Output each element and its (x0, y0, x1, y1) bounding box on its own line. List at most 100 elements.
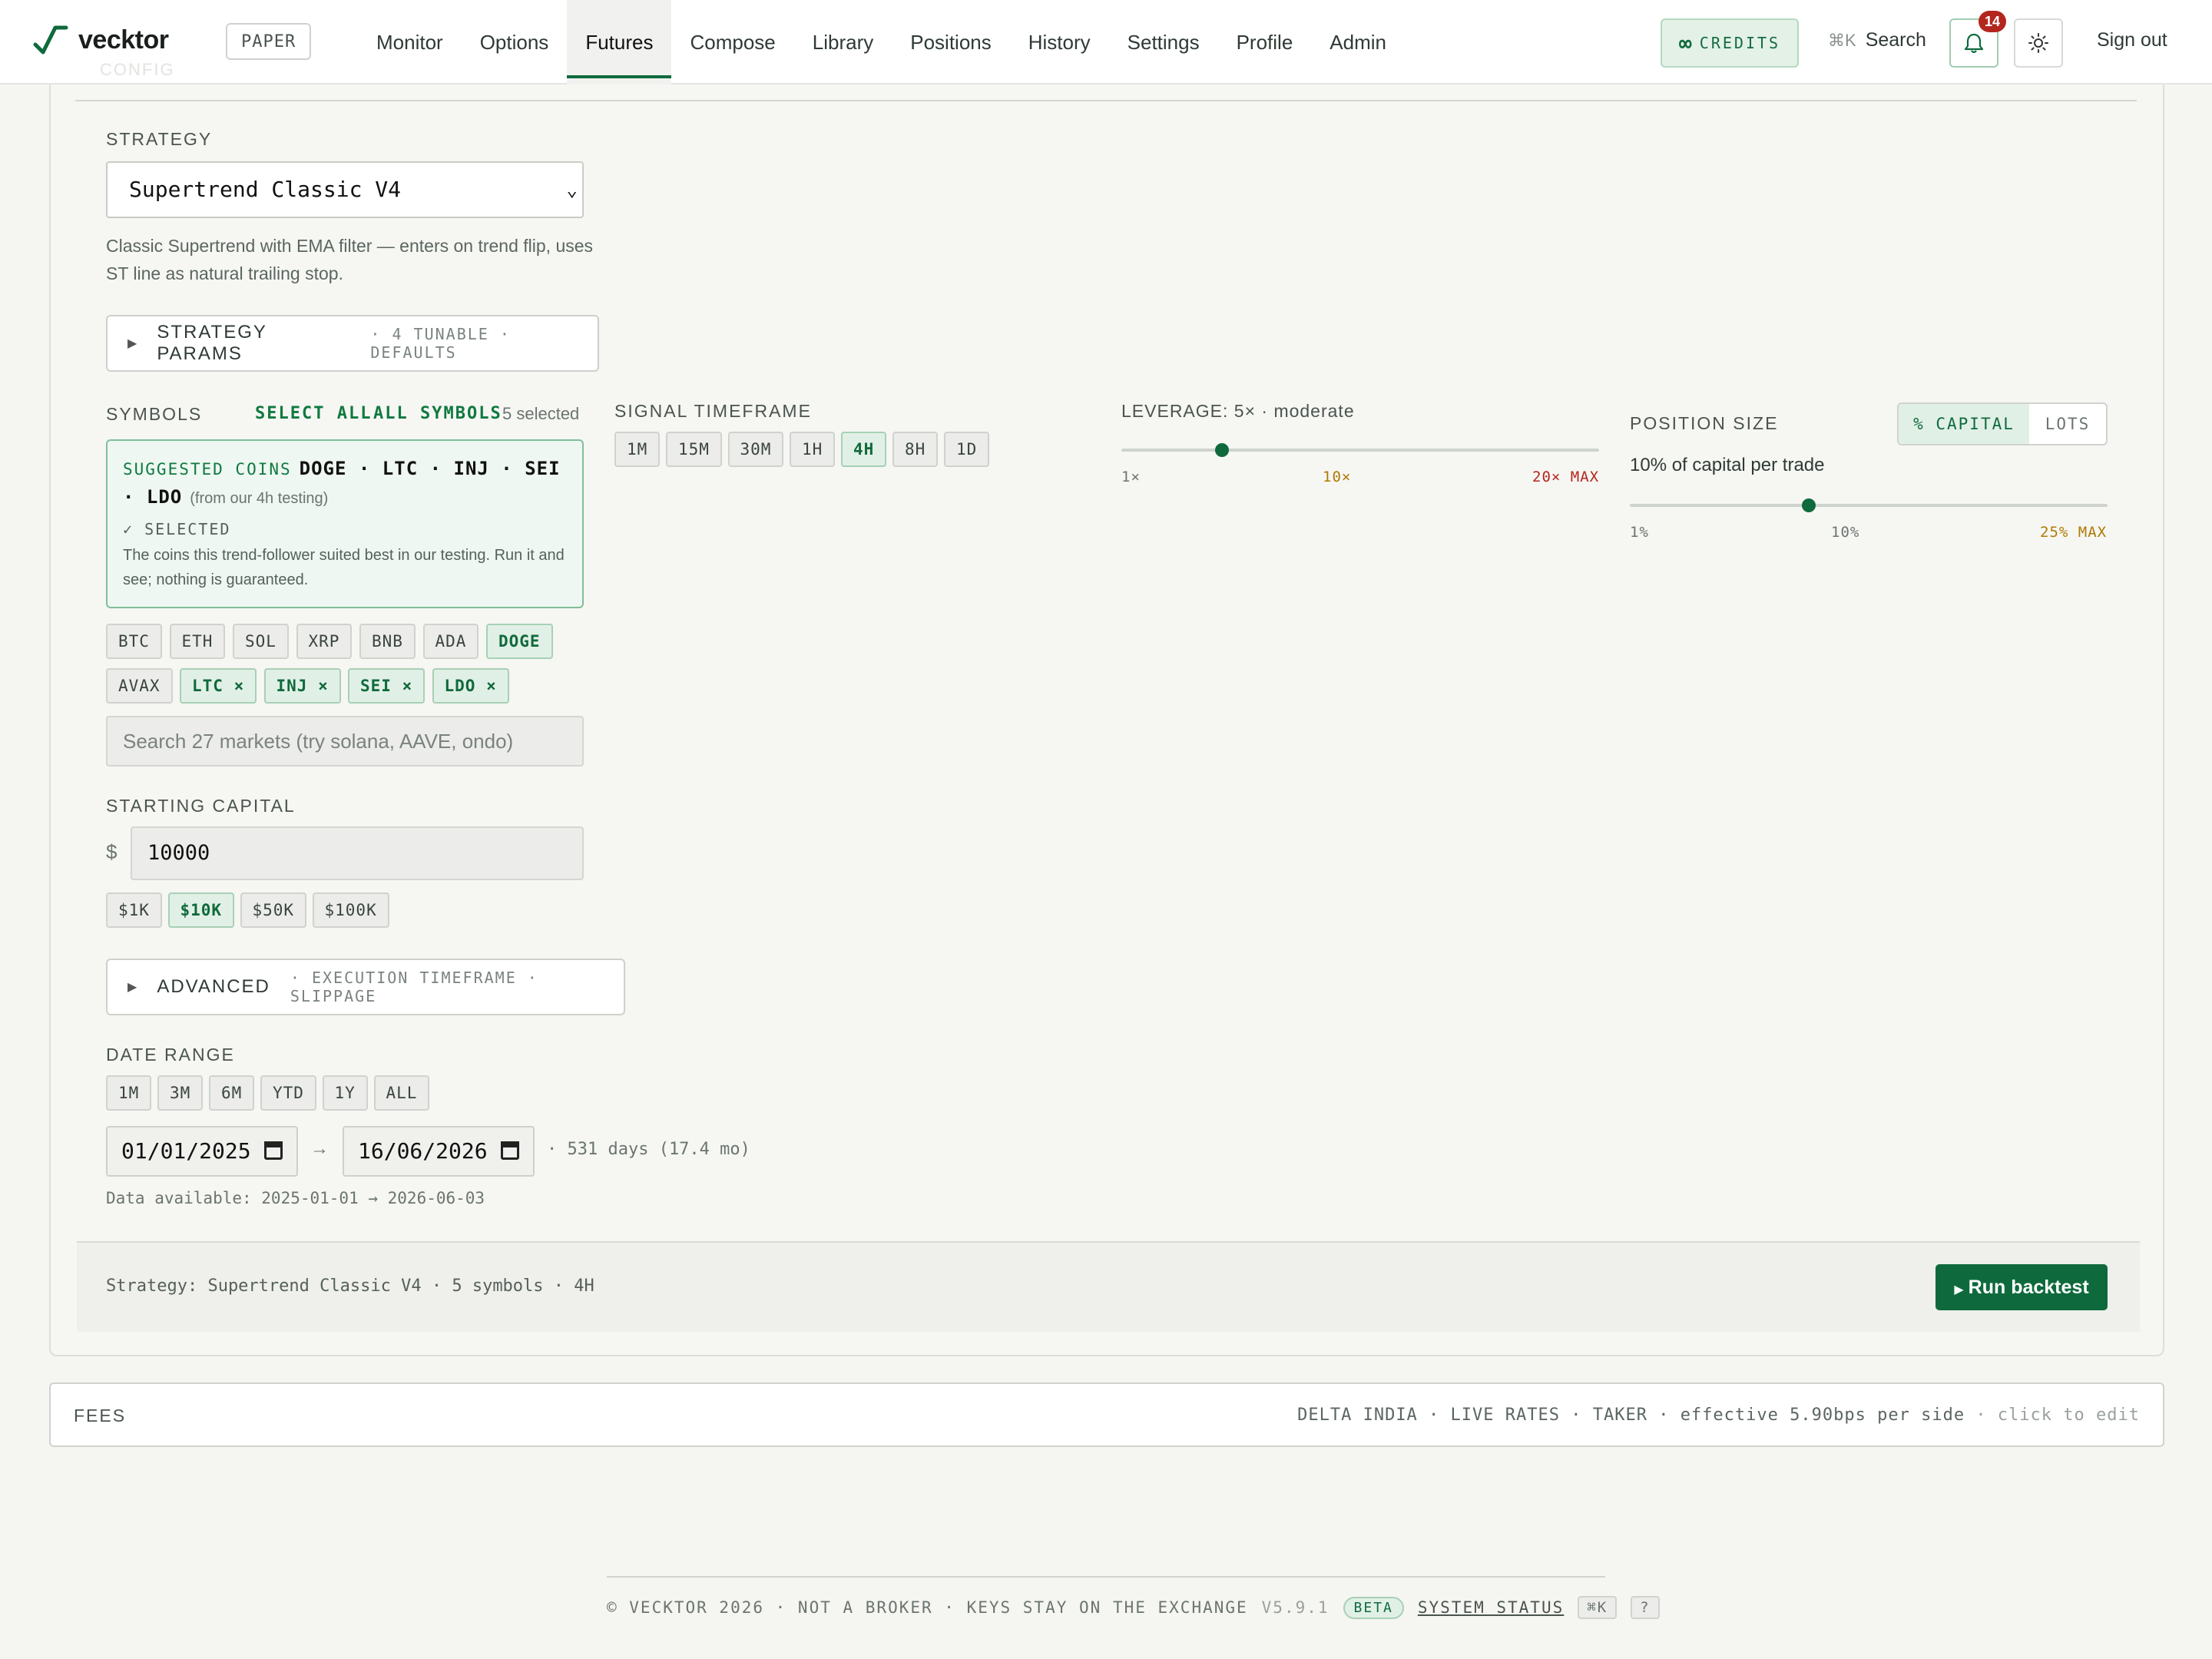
nav-link-history[interactable]: History (1010, 0, 1109, 84)
leverage-slider-knob[interactable] (1214, 443, 1229, 457)
suggested-coins-panel[interactable]: SUGGESTED COINS DOGE · LTC · INJ · SEI · … (106, 439, 584, 608)
symbol-chip-ada[interactable]: ADA (422, 624, 479, 659)
infinity-icon: ∞ (1678, 30, 1692, 56)
timeframe-4h[interactable]: 4H (841, 432, 887, 467)
sun-icon (2028, 33, 2048, 53)
timeframe-1d[interactable]: 1D (944, 432, 990, 467)
nav-link-options[interactable]: Options (462, 0, 568, 84)
nav-link-futures[interactable]: Futures (567, 0, 672, 84)
nav-link-positions[interactable]: Positions (892, 0, 1010, 84)
beta-badge: BETA (1343, 1596, 1404, 1619)
nav-link-compose[interactable]: Compose (671, 0, 793, 84)
date-range-label: DATE RANGE (106, 1045, 235, 1065)
position-size-summary: 10% of capital per trade (1630, 455, 1825, 475)
brand-name: vecktor (78, 25, 169, 55)
timeframe-30m[interactable]: 30M (727, 432, 784, 467)
fees-details: DELTA INDIA · LIVE RATES · TAKER · effec… (1297, 1406, 1965, 1425)
date-span: · 531 days (17.4 mo) (547, 1140, 750, 1159)
position-size-slider[interactable] (1630, 498, 2108, 512)
date-preset-1y[interactable]: 1Y (322, 1075, 368, 1111)
notification-count-badge: 14 (1979, 11, 2006, 32)
mode-badge[interactable]: PAPER (226, 23, 312, 60)
top-nav: vecktor CONFIG PAPER Monitor Options Futur… (0, 0, 2212, 84)
shortcut-key-button[interactable]: ⌘K (1578, 1596, 1618, 1619)
help-button[interactable]: ? (1631, 1596, 1660, 1619)
starting-capital-input[interactable]: 10000 (131, 826, 584, 880)
credits-label: CREDITS (1699, 34, 1781, 52)
strategy-select[interactable]: Supertrend Classic V4 ⌄ (106, 161, 584, 218)
capital-preset-10k[interactable]: $10K (167, 892, 235, 928)
nav-link-monitor[interactable]: Monitor (358, 0, 462, 84)
select-all-link[interactable]: SELECT ALL (255, 404, 372, 423)
brand[interactable]: vecktor (32, 22, 169, 58)
play-icon: ▶ (1954, 1283, 1964, 1296)
suggested-coins-row: SUGGESTED COINS DOGE · LTC · INJ · SEI · … (123, 455, 567, 512)
caret-right-icon: ▶ (127, 981, 137, 994)
date-preset-1m[interactable]: 1M (106, 1075, 152, 1111)
symbol-chip-avax[interactable]: AVAX (106, 668, 173, 704)
bell-icon (1964, 33, 1984, 54)
symbol-chip-eth[interactable]: ETH (169, 624, 226, 659)
all-symbols-link[interactable]: ALL SYMBOLS (373, 404, 502, 423)
ghost-section-label: CONFIG (100, 60, 175, 79)
timeframe-15m[interactable]: 15M (666, 432, 722, 467)
leverage-tick-min: 1× (1121, 469, 1141, 485)
credits-button[interactable]: ∞ CREDITS (1661, 18, 1799, 68)
symbol-chip-sol[interactable]: SOL (233, 624, 289, 659)
symbol-chip-bnb[interactable]: BNB (359, 624, 416, 659)
suggested-coins-label: SUGGESTED COINS (123, 460, 292, 478)
date-preset-3m[interactable]: 3M (157, 1075, 204, 1111)
market-search-input[interactable]: Search 27 markets (try solana, AAVE, ond… (106, 716, 584, 767)
sign-out-link[interactable]: Sign out (2097, 29, 2167, 51)
capital-preset-1k[interactable]: $1K (106, 892, 162, 928)
position-size-mode-toggle: % CAPITAL LOTS (1897, 402, 2108, 445)
symbol-chip-doge[interactable]: DOGE (486, 624, 553, 659)
date-preset-all[interactable]: ALL (373, 1075, 430, 1111)
search-label: Search (1865, 29, 1926, 51)
footer-divider (607, 1576, 1605, 1578)
leverage-slider[interactable] (1121, 443, 1599, 457)
symbol-chip-ltc[interactable]: LTC × (180, 668, 257, 704)
search-button[interactable]: ⌘K Search (1828, 29, 1926, 51)
fees-panel[interactable]: FEES DELTA INDIA · LIVE RATES · TAKER · … (49, 1382, 2164, 1447)
start-date-input[interactable]: 01/01/2025 (106, 1126, 298, 1177)
nav-link-admin[interactable]: Admin (1311, 0, 1405, 84)
version-label: V5.9.1 (1261, 1598, 1330, 1617)
symbol-chip-inj[interactable]: INJ × (263, 668, 341, 704)
run-backtest-button[interactable]: ▶ Run backtest (1936, 1264, 2108, 1310)
nav-link-profile[interactable]: Profile (1218, 0, 1312, 84)
system-status-link[interactable]: SYSTEM STATUS (1418, 1598, 1564, 1617)
symbol-chip-btc[interactable]: BTC (106, 624, 162, 659)
advanced-meta: · EXECUTION TIMEFRAME · SLIPPAGE (290, 969, 538, 1005)
fees-edit-hint: · click to edit (1975, 1406, 2140, 1425)
mode-capital-button[interactable]: % CAPITAL (1899, 404, 2029, 444)
theme-toggle-button[interactable] (2014, 18, 2063, 68)
timeframe-8h[interactable]: 8H (892, 432, 939, 467)
calendar-icon (264, 1141, 283, 1160)
position-tick-min: 1% (1630, 524, 1649, 541)
date-preset-6m[interactable]: 6M (209, 1075, 255, 1111)
end-date-input[interactable]: 16/06/2026 (343, 1126, 535, 1177)
position-tick-max: 25% MAX (2040, 524, 2108, 541)
advanced-toggle[interactable]: ▶ ADVANCED · EXECUTION TIMEFRAME · SLIPP… (106, 959, 625, 1015)
fees-label: FEES (74, 1406, 127, 1426)
logo-check-icon (33, 25, 68, 55)
capital-preset-100k[interactable]: $100K (312, 892, 389, 928)
nav-link-library[interactable]: Library (794, 0, 892, 84)
data-availability: Data available: 2025-01-01 → 2026-06-03 (106, 1189, 485, 1207)
symbol-chip-xrp[interactable]: XRP (296, 624, 353, 659)
starting-capital-label: STARTING CAPITAL (106, 796, 296, 816)
date-preset-ytd[interactable]: YTD (260, 1075, 316, 1111)
strategy-params-toggle[interactable]: ▶ STRATEGY PARAMS · 4 TUNABLE · DEFAULTS (106, 315, 599, 372)
position-size-label: POSITION SIZE (1630, 413, 1779, 433)
timeframe-1m[interactable]: 1M (614, 432, 661, 467)
nav-link-settings[interactable]: Settings (1109, 0, 1218, 84)
timeframe-1h[interactable]: 1H (790, 432, 836, 467)
nav-links: Monitor Options Futures Compose Library Posit… (358, 0, 1405, 84)
capital-preset-50k[interactable]: $50K (240, 892, 307, 928)
symbol-chip-sei[interactable]: SEI × (348, 668, 426, 704)
mode-lots-button[interactable]: LOTS (2029, 404, 2106, 444)
chevron-down-icon: ⌄ (566, 179, 578, 200)
symbol-chip-ldo[interactable]: LDO × (432, 668, 509, 704)
footer: © VECKTOR 2026 · NOT A BROKER · KEYS STA… (607, 1596, 1660, 1619)
